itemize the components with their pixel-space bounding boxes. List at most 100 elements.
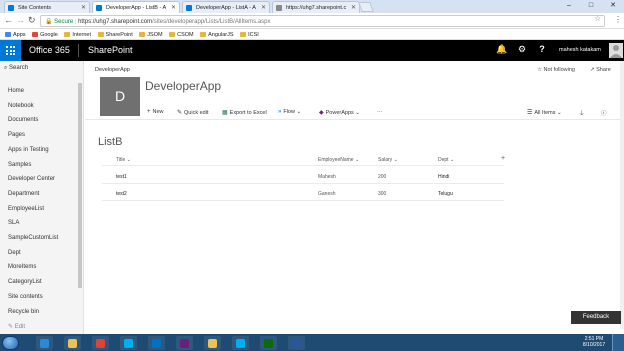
- filter-icon[interactable]: ⏚: [579, 109, 585, 117]
- bookmark-angularjs[interactable]: AngularJS: [200, 29, 234, 40]
- sharepoint-product-name[interactable]: SharePoint: [88, 45, 133, 55]
- close-window-button[interactable]: ✕: [602, 0, 624, 12]
- taskbar-explorer-button[interactable]: [64, 336, 81, 350]
- taskbar-outlook-button[interactable]: [148, 336, 165, 350]
- help-icon[interactable]: ?: [535, 44, 549, 54]
- tab-lista[interactable]: DeveloperApp - ListA - A ✕: [182, 1, 270, 13]
- row2-title[interactable]: test2: [116, 191, 127, 197]
- more-commands-button[interactable]: ···: [377, 109, 383, 115]
- app-launcher-icon[interactable]: [0, 40, 21, 61]
- edit-links-button[interactable]: ✎ Edit: [8, 323, 25, 330]
- main-scrollbar[interactable]: [620, 61, 624, 329]
- sidebar-item-moreitems[interactable]: MoreItems: [8, 264, 36, 270]
- add-column-icon[interactable]: +: [501, 155, 505, 162]
- taskbar-ie-button[interactable]: [36, 336, 53, 350]
- search-label: Search: [9, 65, 29, 71]
- row2-employeename: Ganesh: [318, 191, 336, 197]
- browser-tab-strip: Site Contents ✕ DeveloperApp - ListB - A…: [0, 0, 624, 13]
- tab-close-icon[interactable]: ✕: [81, 4, 86, 11]
- new-tab-button[interactable]: [358, 2, 374, 12]
- bookmark-internet[interactable]: Internet: [64, 29, 91, 40]
- taskbar-visual-studio-button[interactable]: [176, 336, 193, 350]
- taskbar-folder-button[interactable]: [204, 336, 221, 350]
- system-clock[interactable]: 2:51 PM 8/10/2017: [580, 336, 608, 348]
- show-desktop-button[interactable]: [612, 334, 624, 351]
- sidebar-item-developer-center[interactable]: Developer Center: [8, 176, 55, 182]
- sidebar-item-notebook[interactable]: Notebook: [8, 103, 34, 109]
- minimize-button[interactable]: ‒: [558, 0, 580, 12]
- taskbar-word-button[interactable]: [288, 336, 305, 350]
- share-button[interactable]: ↗ Share: [590, 67, 611, 73]
- bookmark-csom[interactable]: CSOM: [169, 29, 194, 40]
- new-button[interactable]: + New: [147, 109, 164, 115]
- view-selector[interactable]: ☰ All Items ⌄: [527, 109, 562, 116]
- taskbar-sharepoint-designer-button[interactable]: [260, 336, 277, 350]
- sidebar-item-sla[interactable]: SLA: [8, 220, 19, 226]
- sidebar-item-documents[interactable]: Documents: [8, 117, 38, 123]
- feedback-button[interactable]: Feedback: [571, 311, 621, 324]
- column-header-dept[interactable]: Dept ⌄: [438, 157, 454, 163]
- sidebar-item-department[interactable]: Department: [8, 191, 39, 197]
- bookmark-apps[interactable]: Apps: [5, 29, 26, 40]
- bookmark-sharepoint[interactable]: SharePoint: [97, 29, 133, 40]
- flow-button[interactable]: » Flow ⌄: [278, 109, 301, 115]
- user-name[interactable]: mahesh katakam: [559, 47, 601, 53]
- office365-brand[interactable]: Office 365: [29, 45, 70, 55]
- info-icon[interactable]: ⓘ: [601, 109, 607, 117]
- bookmark-jsom[interactable]: JSOM: [139, 29, 163, 40]
- sidebar-item-recycle-bin[interactable]: Recycle bin: [8, 309, 39, 315]
- avatar[interactable]: [609, 43, 623, 58]
- tab-site-contents[interactable]: Site Contents ✕: [4, 1, 90, 13]
- sidebar-item-samplecustomlist[interactable]: SampleCustomList: [8, 235, 58, 241]
- powerapps-button[interactable]: ◆ PowerApps ⌄: [319, 109, 360, 116]
- tab-sharepoint-url[interactable]: https://uhg7.sharepoint.c ✕: [272, 1, 360, 13]
- taskbar-skype-button[interactable]: [120, 336, 137, 350]
- tab-close-icon[interactable]: ✕: [351, 4, 356, 11]
- sidebar-item-categorylist[interactable]: CategoryList: [8, 279, 42, 285]
- reload-icon[interactable]: ↻: [28, 16, 36, 25]
- maximize-button[interactable]: □: [580, 0, 602, 12]
- url-field[interactable]: 🔒 Secure | https://uhg7.sharepoint.com/s…: [40, 15, 605, 27]
- row-divider: [102, 183, 504, 184]
- search-box[interactable]: ⌕ Search: [4, 65, 28, 72]
- sidebar-item-employeelist[interactable]: EmployeeList: [8, 206, 44, 212]
- taskbar-skype-business-button[interactable]: [232, 336, 249, 350]
- start-button[interactable]: [2, 336, 19, 350]
- column-header-employeename[interactable]: EmployeeName ⌄: [318, 157, 359, 163]
- bookmark-google[interactable]: Google: [32, 29, 58, 40]
- chevron-down-icon: ⌄: [355, 110, 360, 116]
- sidebar-item-apps-in-testing[interactable]: Apps in Testing: [8, 147, 49, 153]
- secure-label: Secure: [54, 19, 74, 25]
- list-title: ListB: [98, 136, 123, 148]
- bookmark-star-icon[interactable]: ☆: [594, 14, 601, 23]
- column-header-title[interactable]: Title ⌄: [116, 157, 131, 163]
- breadcrumb[interactable]: DeveloperApp: [95, 67, 130, 73]
- row1-title[interactable]: test1: [116, 174, 127, 180]
- site-title[interactable]: DeveloperApp: [145, 79, 221, 93]
- tab-listb[interactable]: DeveloperApp - ListB - A ✕: [92, 1, 180, 13]
- main-content: DeveloperApp ☆ Not following ↗ Share D D…: [85, 61, 624, 334]
- quick-edit-button[interactable]: ✎ Quick edit: [177, 109, 209, 116]
- bell-icon[interactable]: 🔔: [495, 44, 509, 55]
- address-bar-row: ← → ↻ 🔒 Secure | https://uhg7.sharepoint…: [0, 13, 624, 29]
- taskbar: 2:51 PM 8/10/2017: [0, 334, 624, 351]
- browser-menu-icon[interactable]: ⋮: [614, 15, 622, 24]
- tab-label: https://uhg7.sharepoint.c: [286, 5, 347, 11]
- sidebar-item-pages[interactable]: Pages: [8, 132, 25, 138]
- sidebar-item-samples[interactable]: Samples: [8, 162, 31, 168]
- follow-button[interactable]: ☆ Not following: [537, 67, 575, 73]
- tab-close-icon[interactable]: ✕: [261, 4, 266, 11]
- sidebar-item-dept[interactable]: Dept: [8, 250, 21, 256]
- column-header-salary[interactable]: Salary ⌄: [378, 157, 398, 163]
- folder-icon: [200, 32, 207, 37]
- forward-arrow-icon[interactable]: →: [16, 16, 25, 25]
- back-arrow-icon[interactable]: ←: [4, 16, 13, 25]
- sidebar-item-site-contents[interactable]: Site contents: [8, 294, 43, 300]
- leftnav-scrollbar[interactable]: [78, 83, 82, 288]
- bookmark-icsi[interactable]: ICSI: [240, 29, 259, 40]
- sidebar-item-home[interactable]: Home: [8, 88, 24, 94]
- tab-close-icon[interactable]: ✕: [171, 4, 176, 11]
- gear-icon[interactable]: ⚙: [515, 44, 529, 55]
- export-excel-button[interactable]: ▦ Export to Excel: [222, 109, 267, 116]
- taskbar-chrome-button[interactable]: [92, 336, 109, 350]
